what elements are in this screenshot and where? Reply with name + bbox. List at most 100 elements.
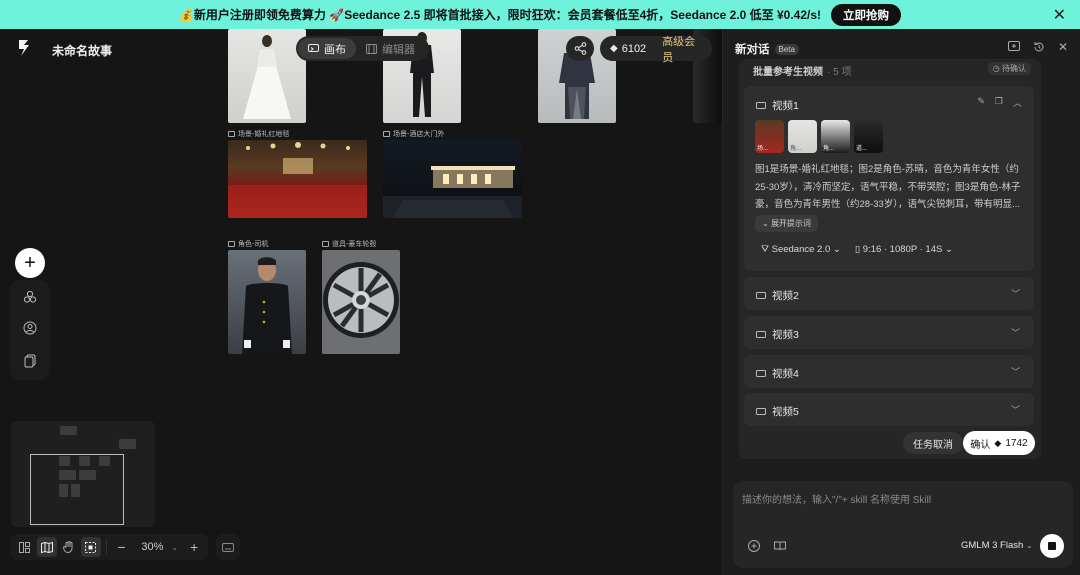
video-item-2[interactable]: 视频2 ﹀ — [744, 277, 1034, 310]
tab-canvas-label: 画布 — [324, 43, 346, 56]
video-camera-icon — [756, 408, 766, 415]
minimap-block — [60, 426, 77, 435]
video-item-actions: ✎ ❐ ︿ — [977, 96, 1022, 109]
video-camera-icon — [756, 102, 766, 109]
zoom-out-button[interactable]: − — [112, 537, 132, 557]
select-tool-button[interactable] — [80, 537, 101, 557]
chevron-down-icon[interactable]: ﹀ — [1011, 403, 1020, 416]
confirm-cost: 1742 — [1005, 437, 1028, 449]
edit-icon[interactable]: ✎ — [977, 96, 985, 109]
video-item-header: 视频4 — [756, 366, 799, 381]
new-chat-icon[interactable] — [1007, 41, 1020, 53]
view-switcher: 画布 编辑器 — [296, 36, 429, 61]
canvas-image-hotel-entrance[interactable] — [383, 140, 522, 218]
video-item-header[interactable]: 视频1 — [756, 98, 799, 113]
credits-pill[interactable]: ◆ 6102 高级会员 — [600, 36, 712, 64]
film-icon — [366, 43, 377, 54]
share-button[interactable] — [566, 36, 594, 61]
add-node-button[interactable]: + — [15, 248, 45, 278]
credits-count: 6102 — [621, 42, 647, 55]
thumbnail-character-female[interactable]: 角... — [788, 120, 817, 153]
chevron-up-icon[interactable]: ︿ — [1013, 96, 1022, 109]
project-title[interactable]: 未命名故事 — [52, 42, 112, 59]
grid-icon — [19, 541, 31, 553]
keyboard-icon — [222, 542, 234, 552]
video-item-header: 视频3 — [756, 327, 799, 342]
zoom-in-button[interactable]: + — [184, 537, 204, 557]
left-toolbar — [10, 280, 50, 380]
layers-icon[interactable] — [23, 290, 37, 304]
vip-label[interactable]: 高级会员 — [662, 33, 702, 65]
chevron-down-icon[interactable]: ﹀ — [1011, 287, 1020, 300]
video-options: ⛛ Seedance 2.0 ⌄ ▯ 9:16 · 1080P · 14S ⌄ — [761, 244, 953, 255]
chevron-down-icon[interactable]: ﹀ — [1011, 365, 1020, 378]
chevron-double-icon: ⌄ — [762, 219, 771, 228]
video-item-4[interactable]: 视频4 ﹀ — [744, 355, 1034, 388]
asset-label: 场景-酒店大门外 — [383, 129, 444, 139]
hand-tool-button[interactable] — [59, 537, 79, 557]
map-icon — [40, 541, 53, 553]
model-select[interactable]: ⛛ Seedance 2.0 ⌄ — [761, 244, 841, 255]
canvas-image-wheel[interactable] — [322, 250, 400, 354]
canvas-image-wedding-carpet[interactable] — [228, 140, 367, 218]
plus-icon: + — [189, 539, 199, 555]
add-attachment-icon[interactable] — [747, 539, 761, 553]
model-icon: ⛛ — [761, 244, 772, 255]
zoom-dropdown-chevron-icon[interactable]: ⌄ — [171, 543, 178, 552]
app-logo-icon[interactable] — [16, 39, 32, 57]
cancel-task-button[interactable]: 任务取消 — [903, 432, 963, 454]
video-item-5[interactable]: 视频5 ﹀ — [744, 393, 1034, 426]
buy-now-button[interactable]: 立即抢购 — [831, 3, 902, 26]
minimap-viewport[interactable] — [30, 454, 124, 525]
tab-canvas[interactable]: 画布 — [298, 38, 356, 59]
panel-close-icon[interactable]: ✕ — [1058, 41, 1068, 53]
chevron-down-icon[interactable]: ﹀ — [1011, 326, 1020, 339]
zoom-level[interactable]: 30% — [141, 541, 163, 553]
thumbnail-character-male[interactable]: 角... — [821, 120, 850, 153]
thumbnail-scene[interactable]: 场... — [755, 120, 784, 153]
minimap[interactable] — [11, 421, 155, 527]
video-item-3[interactable]: 视频3 ﹀ — [744, 316, 1034, 349]
stop-icon — [1048, 542, 1056, 550]
beta-badge: Beta — [774, 43, 799, 55]
image-icon — [383, 131, 390, 137]
credit-diamond-icon: ◆ — [610, 43, 618, 54]
character-icon[interactable] — [23, 321, 37, 335]
history-icon[interactable] — [1033, 41, 1045, 53]
clock-icon: ◷ — [992, 64, 1002, 73]
book-icon[interactable] — [773, 539, 787, 553]
image-icon — [322, 241, 329, 247]
spec-select[interactable]: ▯ 9:16 · 1080P · 14S ⌄ — [855, 244, 953, 255]
model-selector[interactable]: GMLM 3 Flash ⌄ — [961, 540, 1033, 551]
plus-icon: + — [24, 252, 36, 274]
asset-label: 场景-婚礼红地毯 — [228, 129, 289, 139]
stop-generation-button[interactable] — [1040, 534, 1064, 558]
credit-diamond-icon: ◆ — [994, 437, 1002, 448]
chat-panel: 新对话 Beta ✕ 批量参考生视频 · 5 项 ◷ 待确认 视频1 ✎ ❐ ︿ … — [722, 29, 1080, 575]
copy-icon[interactable]: ❐ — [995, 96, 1003, 109]
batch-task-card: 批量参考生视频 · 5 项 ◷ 待确认 视频1 ✎ ❐ ︿ 场... 角... 角… — [739, 59, 1041, 459]
panel-title: 新对话 — [735, 44, 770, 56]
chat-input-placeholder[interactable]: 描述你的想法，输入"/"+ skill 名称使用 Skill — [742, 491, 931, 506]
minimap-block — [119, 439, 136, 449]
panel-header-actions: ✕ — [1007, 41, 1068, 53]
asset-label: 道具-豪车轮毂 — [322, 239, 376, 249]
map-view-button[interactable] — [36, 537, 57, 557]
video-camera-icon — [756, 331, 766, 338]
tab-editor[interactable]: 编辑器 — [356, 38, 425, 59]
grid-view-button[interactable] — [15, 537, 35, 557]
banner-close-icon[interactable]: ✕ — [1053, 5, 1066, 25]
video-item-header: 视频5 — [756, 404, 799, 419]
keyboard-shortcuts-button[interactable] — [216, 534, 240, 560]
bottom-toolbar: − 30% ⌄ + — [11, 534, 208, 560]
canvas-image-driver[interactable] — [228, 250, 306, 354]
tab-editor-label: 编辑器 — [382, 43, 415, 56]
video-item-header: 视频2 — [756, 288, 799, 303]
chat-input-box[interactable]: 描述你的想法，输入"/"+ skill 名称使用 Skill GMLM 3 Fl… — [733, 481, 1073, 568]
canvas-image-bride[interactable] — [228, 29, 306, 123]
expand-prompt-button[interactable]: ⌄ 展开提示词 — [755, 215, 818, 232]
confirm-button[interactable]: 确认 ◆ 1742 — [963, 431, 1035, 455]
assets-icon[interactable] — [23, 354, 37, 368]
thumbnail-prop[interactable]: 道... — [854, 120, 883, 153]
app-root: 💰新用户注册即领免费算力 🚀Seedance 2.5 即将首批接入，限时狂欢：会… — [0, 0, 1080, 575]
